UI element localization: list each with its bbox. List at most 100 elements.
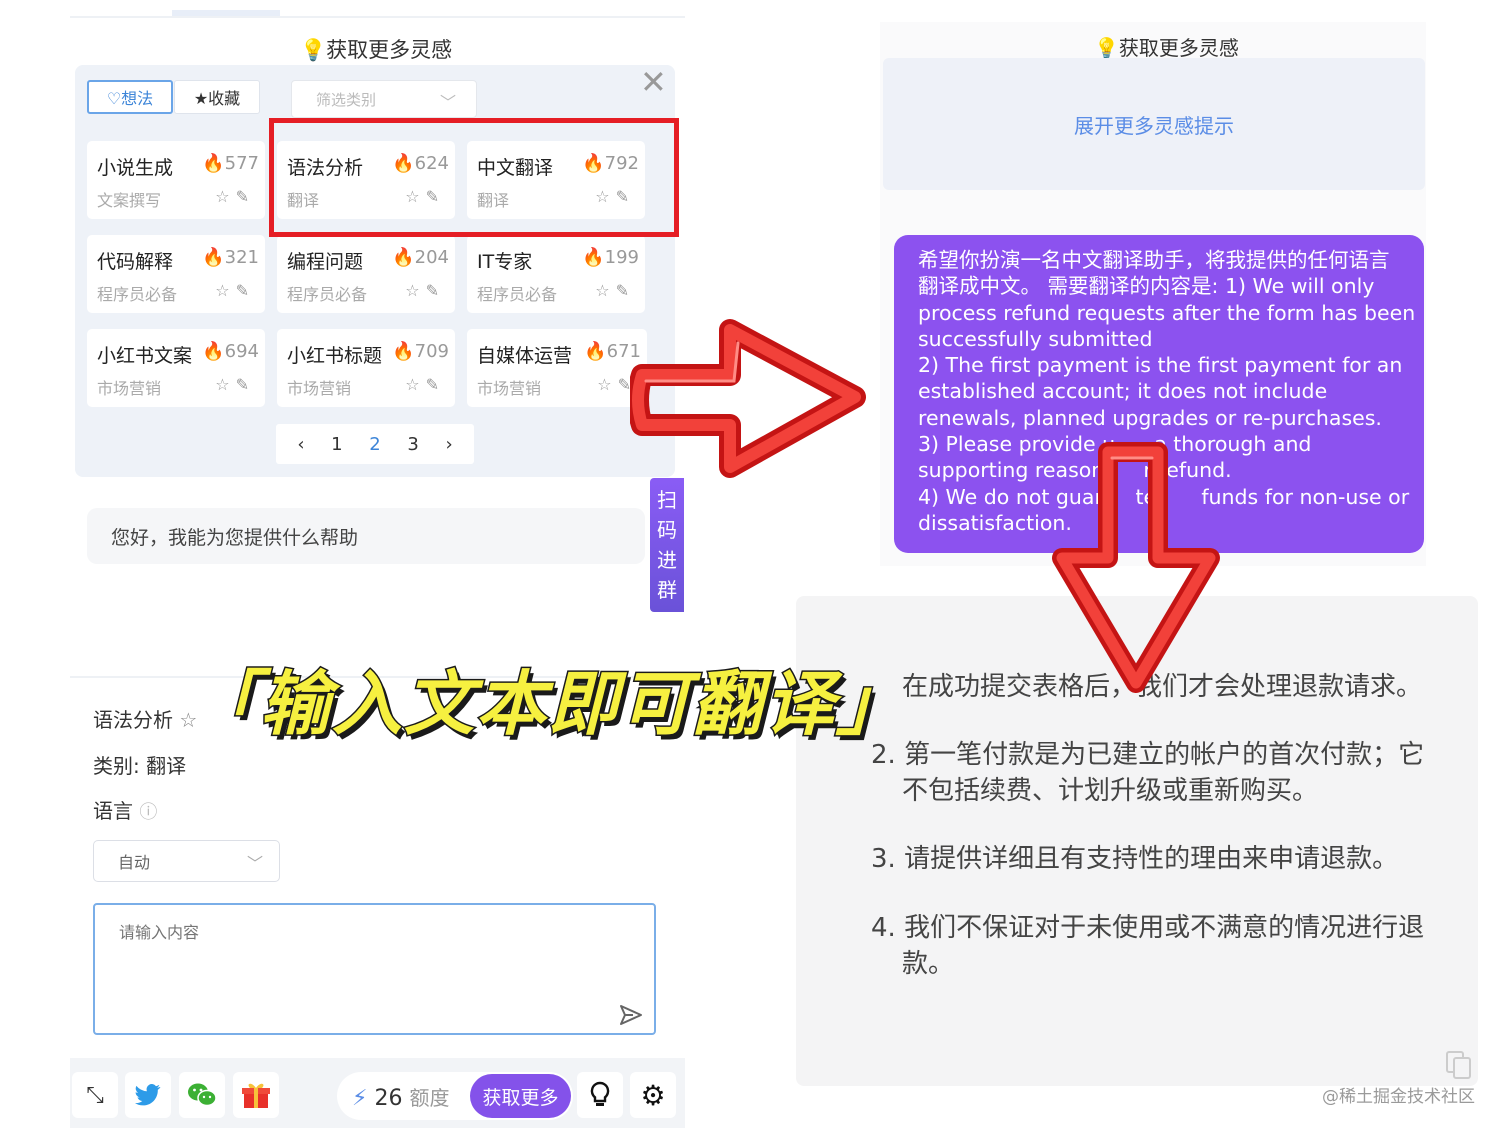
card-title: 小红书标题 xyxy=(287,345,383,367)
prompt-card[interactable]: 编程问题 🔥204 程序员必备 ☆✎ xyxy=(277,235,455,313)
page-3[interactable]: 3 xyxy=(407,434,418,455)
prompt-card[interactable]: 小红书文案 🔥694 市场营销 ☆✎ xyxy=(87,329,265,407)
prompt-line: successfully submitted xyxy=(918,326,1153,351)
gift-icon xyxy=(242,1083,270,1108)
tab-favorites[interactable]: ★收藏 xyxy=(174,80,260,114)
quota-value: 26 xyxy=(374,1086,403,1111)
content-input[interactable] xyxy=(93,903,656,1035)
prompt-line: 2) The first payment is the first paymen… xyxy=(918,353,1403,378)
scan-tab-char: 群 xyxy=(657,578,677,602)
language-select[interactable]: 自动 ﹀ xyxy=(93,840,280,882)
banner-caption: 「输入文本即可翻译」 xyxy=(187,662,908,747)
quota-unit: 额度 xyxy=(409,1086,450,1110)
fire-icon: 🔥 xyxy=(202,153,225,174)
card-actions[interactable]: ☆✎ xyxy=(405,281,445,300)
edit-icon: ✎ xyxy=(425,281,445,300)
card-hot-count: 🔥694 xyxy=(202,341,259,362)
edit-icon: ✎ xyxy=(615,281,635,300)
language-label-text: 语言 xyxy=(93,799,133,823)
category-filter-select[interactable]: 筛选类别 ﹀ xyxy=(291,80,477,118)
language-label: 语言 ⓘ xyxy=(93,795,157,824)
response-line: 2. 第一笔付款是为已建立的帐户的首次付款；它 xyxy=(871,740,1425,770)
prompt-card[interactable]: 小红书标题 🔥709 市场营销 ☆✎ xyxy=(277,329,455,407)
scan-tab-char: 码 xyxy=(657,518,677,542)
prompt-card[interactable]: 小说生成 🔥577 文案撰写 ☆✎ xyxy=(87,141,265,219)
card-category: 文案撰写 xyxy=(97,191,162,210)
prompt-name: 语法分析 ☆ xyxy=(93,704,197,733)
edit-icon: ✎ xyxy=(235,281,255,300)
response-line: 3. 请提供详细且有支持性的理由来申请退款。 xyxy=(871,844,1399,874)
copy-icon[interactable] xyxy=(1445,1050,1473,1080)
prompt-line: renewals, planned upgrades or re-purchas… xyxy=(918,405,1382,430)
star-icon: ☆ xyxy=(405,375,426,394)
page-1[interactable]: 1 xyxy=(331,434,342,455)
prompt-card[interactable]: 自媒体运营 🔥671 市场营销 ☆✎ xyxy=(467,329,647,407)
prompt-line: established account; it does not include xyxy=(918,379,1328,404)
edit-icon: ✎ xyxy=(425,375,445,394)
fire-icon: 🔥 xyxy=(582,247,605,268)
star-icon: ☆ xyxy=(597,375,618,394)
prompt-name-text: 语法分析 xyxy=(93,708,173,732)
card-actions[interactable]: ☆✎ xyxy=(595,281,635,300)
watermark: @稀土掘金技术社区 xyxy=(1322,1087,1475,1107)
card-title: 小红书文案 xyxy=(97,345,193,367)
send-icon[interactable] xyxy=(618,1002,644,1028)
inspiration-title[interactable]: 💡获取更多灵感 xyxy=(300,34,452,64)
card-title: 小说生成 xyxy=(97,157,174,179)
card-title: 编程问题 xyxy=(287,251,364,273)
fire-icon: 🔥 xyxy=(202,341,225,362)
star-icon: ☆ xyxy=(215,281,236,300)
scan-tab-char: 进 xyxy=(657,548,677,572)
card-hot-count: 🔥709 xyxy=(392,341,449,362)
assistant-greeting: 您好，我能为您提供什么帮助 xyxy=(87,508,645,564)
fire-icon: 🔥 xyxy=(584,341,607,362)
star-icon: ☆ xyxy=(405,281,426,300)
prompt-card[interactable]: 代码解释 🔥321 程序员必备 ☆✎ xyxy=(87,235,265,313)
inspiration-button[interactable] xyxy=(577,1072,623,1118)
fire-icon: 🔥 xyxy=(392,247,415,268)
pagination: ‹ 1 2 3 › xyxy=(276,424,474,464)
settings-button[interactable]: ⚙ xyxy=(630,1072,676,1118)
card-category: 程序员必备 xyxy=(287,285,368,304)
card-actions[interactable]: ☆✎ xyxy=(405,375,445,394)
wechat-icon xyxy=(188,1083,217,1107)
arrow-down-icon xyxy=(1052,442,1220,693)
card-hot-count: 🔥204 xyxy=(392,247,449,268)
edit-icon: ✎ xyxy=(235,187,255,206)
top-divider xyxy=(70,16,685,18)
gift-button[interactable] xyxy=(233,1072,279,1118)
expand-hints-label: 展开更多灵感提示 xyxy=(1074,113,1234,138)
collapse-button[interactable]: ⤡ xyxy=(72,1072,118,1118)
next-page-button[interactable]: › xyxy=(445,434,452,455)
card-actions[interactable]: ☆✎ xyxy=(215,281,255,300)
star-icon: ☆ xyxy=(215,375,236,394)
prompt-line: process refund requests after the form h… xyxy=(918,300,1416,325)
tab-ideas[interactable]: ♡想法 xyxy=(87,80,173,114)
star-icon: ☆ xyxy=(595,281,616,300)
card-title: 代码解释 xyxy=(97,251,174,273)
card-actions[interactable]: ☆✎ xyxy=(215,375,255,394)
arrow-right-icon xyxy=(630,319,866,478)
twitter-icon xyxy=(135,1084,161,1106)
close-icon[interactable]: ✕ xyxy=(640,66,667,98)
scan-to-join-group-tab[interactable]: 扫 码 进 群 xyxy=(650,478,684,612)
edit-icon: ✎ xyxy=(235,375,255,394)
fire-icon: 🔥 xyxy=(392,341,415,362)
card-actions[interactable]: ☆✎ xyxy=(215,187,255,206)
twitter-button[interactable] xyxy=(125,1072,171,1118)
filter-placeholder: 筛选类别 xyxy=(316,90,377,109)
prompt-card[interactable]: IT专家 🔥199 程序员必备 ☆✎ xyxy=(467,235,645,313)
response-line: 4. 我们不保证对于未使用或不满意的情况进行退 xyxy=(871,913,1425,943)
response-line: 不包括续费、计划升级或重新购买。 xyxy=(902,776,1319,806)
prev-page-button[interactable]: ‹ xyxy=(297,434,304,455)
get-more-button[interactable]: 获取更多 xyxy=(470,1074,571,1118)
fire-icon: 🔥 xyxy=(202,247,225,268)
card-title: 自媒体运营 xyxy=(477,345,573,367)
help-icon[interactable]: ⓘ xyxy=(139,802,157,823)
page-2[interactable]: 2 xyxy=(369,434,380,455)
expand-hints-button[interactable]: 展开更多灵感提示 xyxy=(883,58,1425,190)
inspiration-title[interactable]: 💡获取更多灵感 xyxy=(1094,32,1239,61)
card-hot-count: 🔥577 xyxy=(202,153,259,174)
card-category: 程序员必备 xyxy=(477,285,558,304)
wechat-button[interactable] xyxy=(179,1072,225,1118)
